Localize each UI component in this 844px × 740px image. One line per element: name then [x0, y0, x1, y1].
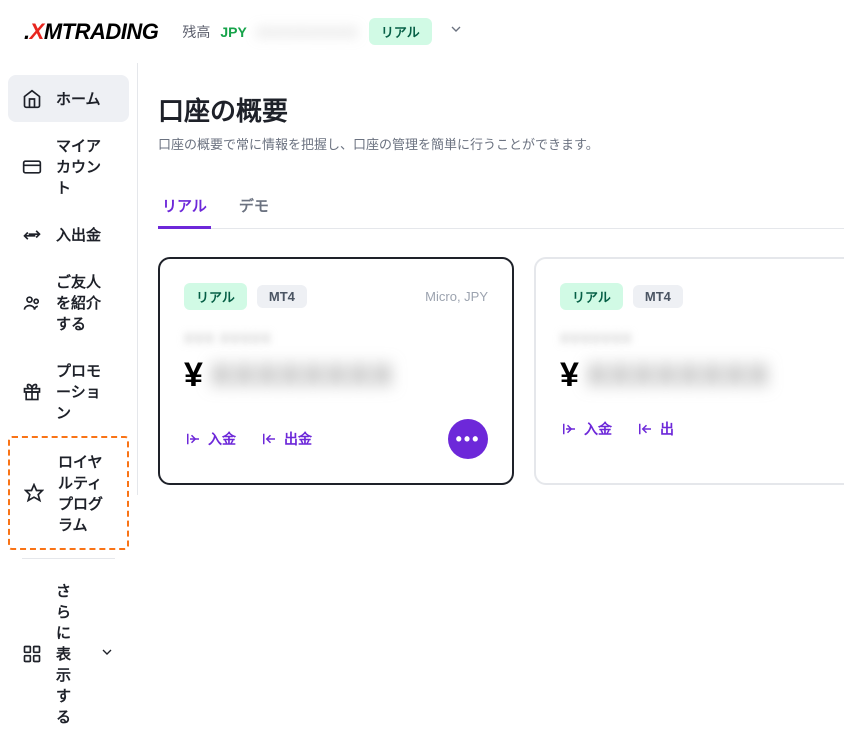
withdraw-button[interactable]: 出金 [260, 429, 312, 449]
sidebar-item-label: プロモーション [56, 360, 115, 423]
users-icon [22, 293, 42, 313]
sidebar-item-label: 入出金 [56, 224, 101, 245]
sidebar-more[interactable]: さらに表示する [8, 567, 129, 740]
sidebar-item-label: ロイヤルティプログラム [58, 451, 113, 535]
sidebar: ホーム マイアカウント 入出金 ご友人を紹介する プロモーション [0, 63, 137, 495]
sidebar-item-funds[interactable]: 入出金 [8, 211, 129, 258]
gift-icon [22, 382, 42, 402]
grid-icon [22, 644, 42, 664]
balance-amount: XXXXXXXXX [257, 24, 359, 40]
card-balance-amount: XXXXXXXX [211, 359, 395, 393]
sidebar-item-label: マイアカウント [56, 135, 115, 198]
sidebar-item-home[interactable]: ホーム [8, 75, 129, 122]
currency-symbol: ¥ [184, 356, 203, 395]
sidebar-item-refer[interactable]: ご友人を紹介する [8, 258, 129, 347]
card-account-number: XXX XXXXX [184, 330, 488, 346]
card-account-number: XXXXXXX [560, 330, 844, 346]
sidebar-item-loyalty[interactable]: ロイヤルティプログラム [8, 436, 129, 550]
withdraw-button[interactable]: 出 [636, 419, 674, 439]
deposit-button[interactable]: 入金 [560, 419, 612, 439]
sidebar-item-label: ご友人を紹介する [56, 271, 115, 334]
tabs: リアル デモ [158, 185, 844, 229]
account-card: リアル MT4 XXXXXXX ¥ XXXXXXXX 入金 出 [534, 257, 844, 485]
tab-demo[interactable]: デモ [235, 185, 273, 229]
tab-real[interactable]: リアル [158, 185, 211, 229]
dots-icon: ••• [456, 429, 481, 450]
chevron-down-icon[interactable] [448, 21, 464, 42]
main-content: 口座の概要 口座の概要で常に情報を把握し、口座の管理を簡単に行うことができます。… [137, 63, 844, 495]
account-card: リアル MT4 Micro, JPY XXX XXXXX ¥ XXXXXXXX … [158, 257, 514, 485]
logo: .XMTRADING [24, 19, 158, 45]
page-title: 口座の概要 [158, 91, 844, 128]
chevron-down-icon [99, 644, 115, 664]
card-meta: Micro, JPY [425, 289, 488, 304]
card-type-badge: リアル [184, 283, 247, 310]
card-platform-badge: MT4 [633, 285, 683, 308]
divider [22, 558, 115, 559]
transfer-icon [22, 225, 42, 245]
sidebar-item-promotions[interactable]: プロモーション [8, 347, 129, 436]
currency-symbol: ¥ [560, 356, 579, 395]
more-actions-button[interactable]: ••• [448, 419, 488, 459]
deposit-button[interactable]: 入金 [184, 429, 236, 449]
balance-label: 残高 [182, 22, 210, 42]
balance-area[interactable]: 残高 JPY XXXXXXXXX リアル [182, 18, 463, 45]
balance-currency: JPY [220, 24, 246, 40]
sidebar-item-account[interactable]: マイアカウント [8, 122, 129, 211]
star-icon [24, 483, 44, 503]
card-platform-badge: MT4 [257, 285, 307, 308]
card-balance-amount: XXXXXXXX [587, 359, 771, 393]
card-icon [22, 157, 42, 177]
sidebar-more-label: さらに表示する [56, 580, 71, 727]
account-type-badge: リアル [369, 18, 432, 45]
page-subtitle: 口座の概要で常に情報を把握し、口座の管理を簡単に行うことができます。 [158, 134, 844, 153]
card-type-badge: リアル [560, 283, 623, 310]
sidebar-item-label: ホーム [56, 88, 101, 109]
home-icon [22, 89, 42, 109]
